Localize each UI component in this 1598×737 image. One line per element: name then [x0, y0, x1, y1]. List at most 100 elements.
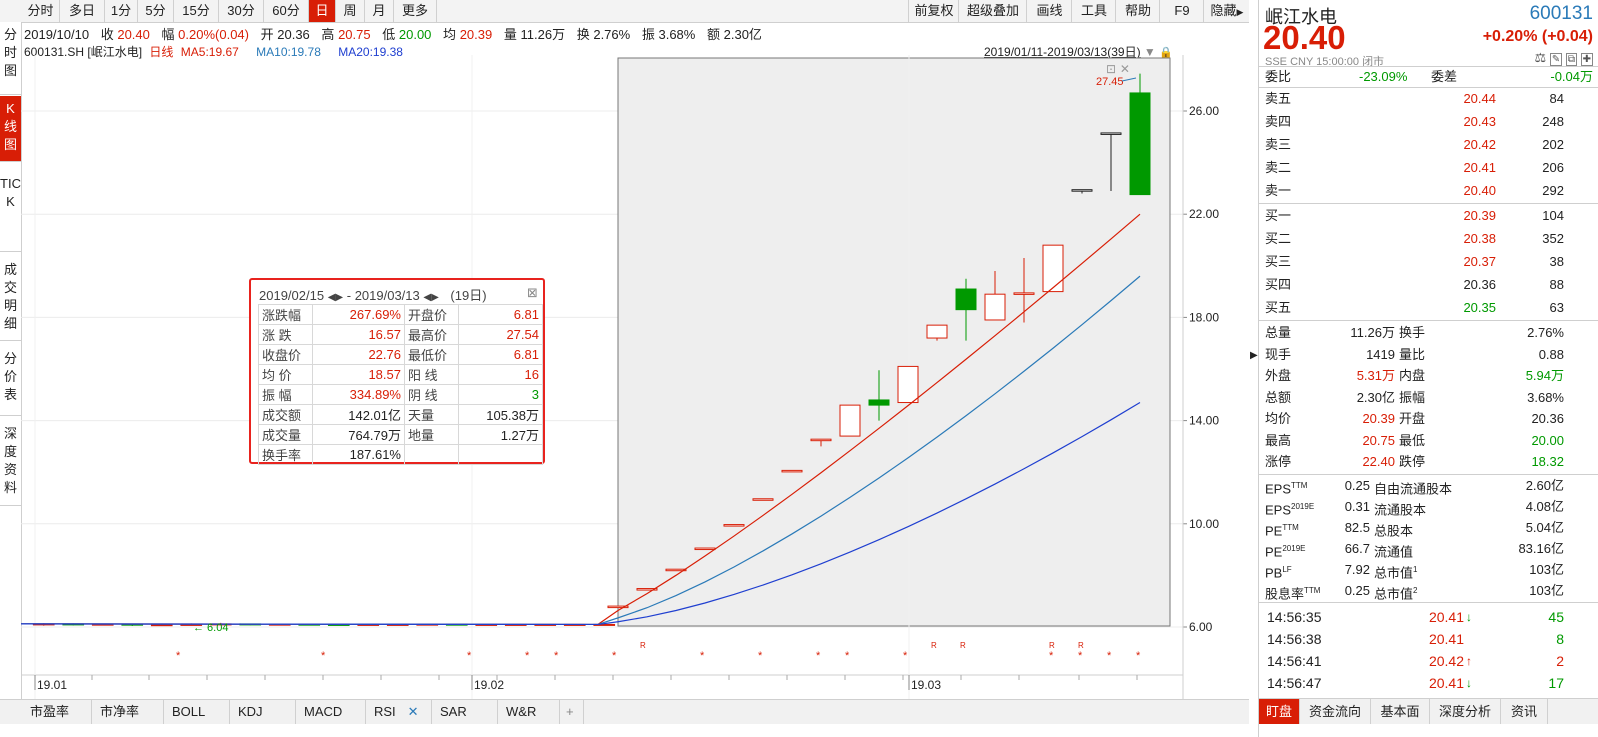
stats-row: 振 幅 334.89% 阴 线3 — [258, 384, 543, 405]
period-30min[interactable]: 30分 — [219, 0, 264, 22]
tab-fundamental[interactable]: 基本面 — [1371, 699, 1430, 724]
period-5min[interactable]: 5分 — [138, 0, 174, 22]
stats-row: 涨 跌 16.57 最高价 27.54 — [258, 324, 543, 345]
ask-row[interactable]: 卖四 20.43 248 — [1259, 110, 1598, 133]
candle-body — [868, 399, 890, 406]
tick-time: 14:56:35 — [1267, 609, 1322, 625]
overlay-button[interactable]: 超级叠加 — [958, 0, 1027, 22]
close-icon[interactable]: ⊠ — [527, 285, 538, 301]
fundamental-row: EPS2019E 0.31 流通股本 4.08亿 — [1259, 496, 1598, 517]
collapse-arrow-icon[interactable]: ▶ — [1250, 350, 1258, 361]
tab-news[interactable]: 资讯 — [1501, 699, 1548, 724]
close-icon[interactable]: ✕ — [408, 704, 419, 719]
tab-fenshi[interactable]: 分时图 — [0, 22, 21, 95]
tab-deep-analysis[interactable]: 深度分析 — [1430, 699, 1501, 724]
tools-button[interactable]: 工具 — [1071, 0, 1116, 22]
period-1min[interactable]: 1分 — [105, 0, 138, 22]
info-date: 2019/10/10 — [24, 27, 90, 42]
fund-value: 82.5 — [1344, 520, 1370, 535]
stats-label: 天量 — [404, 404, 459, 425]
period-week[interactable]: 周 — [336, 0, 365, 22]
period-60min[interactable]: 60分 — [264, 0, 309, 22]
tab-trades[interactable]: 成交明细 — [0, 253, 21, 341]
tab-price-table[interactable]: 分价表 — [0, 342, 21, 416]
arrows-icon[interactable]: ◀▶ — [328, 292, 343, 303]
ask-row[interactable]: 卖三 20.42 202 — [1259, 133, 1598, 156]
tick-row: 14:56:35 20.41 ↓ 45 — [1259, 607, 1598, 628]
fund-label: 股息率TTM — [1265, 586, 1321, 602]
info-open-label: 开 — [260, 27, 274, 42]
level-volume: 202 — [1542, 137, 1564, 152]
ratio-value: -23.09% — [1359, 69, 1408, 84]
bid-row[interactable]: 买五 20.35 63 — [1259, 296, 1598, 319]
tab-rsi[interactable]: RSI ✕ — [366, 700, 432, 724]
tab-kdj[interactable]: KDJ — [230, 700, 296, 724]
bid-row[interactable]: 买四 20.36 88 — [1259, 273, 1598, 296]
tab-fundflow[interactable]: 资金流向 — [1300, 699, 1371, 724]
level-label: 卖五 — [1265, 91, 1292, 106]
tick-volume: 8 — [1556, 631, 1564, 647]
ask-row[interactable]: 卖五 20.44 84 — [1259, 87, 1598, 110]
fund-value: 103亿 — [1529, 583, 1564, 598]
bid-row[interactable]: 买一 20.39 104 — [1259, 204, 1598, 227]
stats-label: 收盘价 — [258, 344, 313, 365]
stat-row: 涨停 22.40 跌停 18.32 — [1259, 451, 1598, 472]
fund-value: 0.25 — [1344, 583, 1370, 598]
add-icon[interactable]: ✚ — [1580, 53, 1593, 66]
stat-label: 换手 — [1399, 325, 1426, 340]
info-amt: 2.30亿 — [723, 27, 762, 42]
candle-body — [897, 365, 919, 404]
tab-watch[interactable]: 盯盘 — [1259, 699, 1300, 724]
edit-icon[interactable]: ✎ — [1549, 53, 1563, 66]
period-fenshi[interactable]: 分时 — [22, 0, 60, 22]
bid-row[interactable]: 买三 20.37 38 — [1259, 250, 1598, 273]
info-amt-label: 额 — [706, 27, 720, 42]
tab-sar[interactable]: SAR — [432, 700, 498, 724]
candle-body — [752, 498, 774, 501]
signal-star: * — [700, 650, 705, 662]
period-more[interactable]: 更多 — [394, 0, 437, 22]
level-price: 20.44 — [1463, 91, 1496, 106]
tab-wr[interactable]: W&R — [498, 700, 560, 724]
tab-boll[interactable]: BOLL — [164, 700, 230, 724]
f9-button[interactable]: F9 — [1159, 0, 1204, 22]
fundamental-row: PBLF 7.92 总市值1 103亿 — [1259, 559, 1598, 580]
ask-row[interactable]: 卖二 20.41 206 — [1259, 156, 1598, 179]
period-month[interactable]: 月 — [365, 0, 394, 22]
scale-icon[interactable]: ⚖ — [1535, 50, 1547, 65]
level-volume: 352 — [1542, 231, 1564, 246]
tab-pb[interactable]: 市净率 — [92, 700, 164, 724]
arrows-icon[interactable]: ◀▶ — [423, 292, 438, 303]
tab-pe[interactable]: 市盈率 — [22, 700, 92, 724]
add-indicator-button[interactable]: + — [560, 700, 584, 724]
min-price-label: ← 6.04 — [193, 622, 228, 634]
tab-tick[interactable]: TICK — [0, 163, 21, 252]
left-tabs: 分时图 K线图 TICK 成交明细 分价表 深度资料 — [0, 22, 22, 702]
period-multiday[interactable]: 多日 — [60, 0, 105, 22]
stat-label: 总量 — [1265, 325, 1292, 340]
tab-macd[interactable]: MACD — [296, 700, 366, 724]
ask-row[interactable]: 卖一 20.40 292 — [1259, 179, 1598, 202]
bid-row[interactable]: 买二 20.38 352 — [1259, 227, 1598, 250]
period-day[interactable]: 日 — [309, 0, 336, 22]
draw-button[interactable]: 画线 — [1026, 0, 1072, 22]
stat-value: 20.39 — [1362, 411, 1395, 426]
tab-more[interactable] — [1548, 699, 1598, 724]
stat-label: 均价 — [1265, 411, 1292, 426]
hide-button[interactable]: 隐藏▶ — [1203, 0, 1250, 22]
tab-kline[interactable]: K线图 — [0, 96, 21, 162]
tab-depth[interactable]: 深度资料 — [0, 417, 21, 506]
help-button[interactable]: 帮助 — [1115, 0, 1160, 22]
candle-body — [1129, 92, 1151, 196]
copy-icon[interactable]: ⧉ — [1565, 53, 1577, 66]
level-volume: 63 — [1549, 300, 1564, 315]
stat-row: 外盘 5.31万 内盘 5.94万 — [1259, 365, 1598, 386]
info-turn-label: 换 — [576, 27, 590, 42]
period-15min[interactable]: 15分 — [174, 0, 219, 22]
kline-chart[interactable]: 26.00 22.00 18.00 14.00 10.00 6.00 19.01 19.02 1… — [21, 55, 1249, 700]
info-range: 0.20%(0.04) — [178, 27, 249, 42]
candle-body — [926, 324, 948, 339]
y-tick-label: 22.00 — [1189, 207, 1219, 221]
tick-volume: 17 — [1548, 675, 1564, 691]
adjust-button[interactable]: 前复权 — [908, 0, 959, 22]
